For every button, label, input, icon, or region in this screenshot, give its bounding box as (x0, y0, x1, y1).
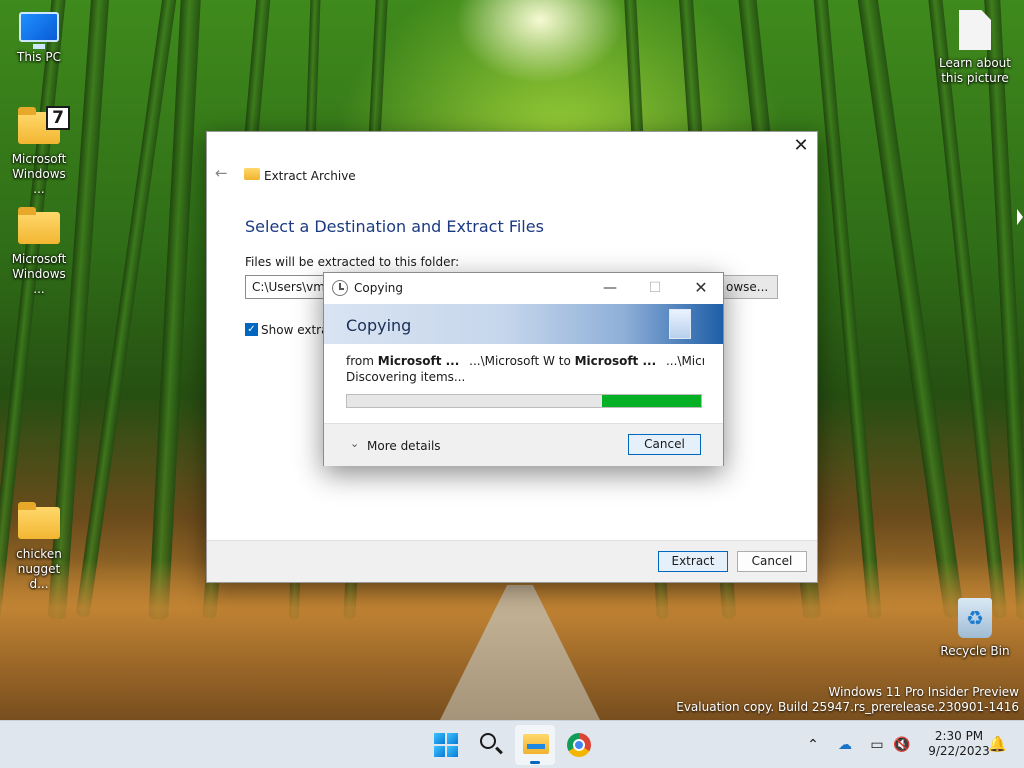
from-word: from (346, 354, 374, 368)
extract-button[interactable]: Extract (658, 551, 728, 572)
clock-icon (332, 280, 348, 296)
onedrive-icon[interactable]: ☁ (836, 737, 854, 753)
chrome-icon (567, 733, 591, 757)
progress-bar (346, 394, 702, 408)
bell-icon[interactable]: 🔔 (988, 735, 1007, 753)
source-name[interactable]: Microsoft ... (378, 354, 460, 368)
search-button[interactable] (471, 725, 511, 765)
desktop-icon-label: Microsoft Windows ... (11, 252, 67, 296)
dialog-title: Copying (354, 281, 403, 295)
desktop-icon-label: Microsoft Windows ... (11, 152, 67, 196)
folder-icon (18, 502, 60, 539)
dialog-footer: ⌄ More details Cancel (324, 423, 723, 466)
mouse-cursor-icon (1017, 209, 1023, 225)
copy-source-destination: from Microsoft ... ...\Microsoft W to Mi… (346, 354, 704, 368)
close-button[interactable]: ✕ (789, 136, 813, 156)
monitor-icon (19, 12, 59, 49)
window-title: Extract Archive (264, 169, 356, 183)
clock-time: 2:30 PM (934, 729, 984, 743)
cancel-button[interactable]: Cancel (737, 551, 807, 572)
evaluation-watermark: Windows 11 Pro Insider Preview Evaluatio… (676, 685, 1019, 715)
chrome-button[interactable] (559, 725, 599, 765)
start-button[interactable] (426, 725, 466, 765)
browse-button[interactable]: owse... (717, 275, 778, 299)
document-icon (959, 10, 991, 50)
status-text: Discovering items... (346, 370, 466, 384)
desktop-icon-label: Learn about this picture (939, 56, 1011, 85)
to-word: to (558, 354, 571, 368)
destination-path-field[interactable]: C:\Users\vm6 (245, 275, 335, 299)
file-explorer-icon (523, 734, 549, 754)
more-details-toggle[interactable]: More details (367, 439, 441, 453)
volume-muted-icon[interactable]: 🔇 (893, 737, 911, 753)
desktop-icon-recycle-bin[interactable]: ♻ Recycle Bin (936, 598, 1014, 659)
chevron-up-icon[interactable]: ⌃ (804, 737, 822, 753)
copying-dialog: Copying — ☐ ✕ Copying from Microsoft ...… (323, 272, 724, 466)
source-path: ...\Microsoft W (469, 354, 555, 368)
banner-title: Copying (346, 316, 412, 335)
desktop-icon-label: chicken nugget d... (16, 547, 62, 591)
maximize-button: ☐ (648, 280, 662, 296)
desktop-icon-this-pc[interactable]: This PC (1, 12, 77, 65)
show-extracted-label: Show extract (261, 323, 325, 337)
recycle-bin-icon: ♻ (958, 598, 992, 638)
desktop-icon-microsoft-windows-7z[interactable]: 7 Microsoft Windows ... (1, 106, 77, 197)
document-icon (669, 309, 691, 339)
destination-path: ...\Microsoft W (665, 354, 704, 368)
copy-banner: Copying (324, 304, 723, 344)
chevron-down-icon[interactable]: ⌄ (350, 437, 359, 450)
watermark-line-2: Evaluation copy. Build 25947.rs_prerelea… (676, 700, 1019, 714)
clock-date: 9/22/2023 (928, 744, 990, 758)
back-arrow-icon[interactable]: ← (215, 166, 229, 181)
start-icon (434, 733, 458, 757)
title-bar: Copying — ☐ ✕ (324, 273, 723, 303)
folder-7zip-icon: 7 (18, 106, 70, 144)
destination-label: Files will be extracted to this folder: (245, 255, 460, 269)
minimize-button[interactable]: — (595, 277, 625, 299)
cancel-copy-button[interactable]: Cancel (628, 434, 701, 455)
dialog-footer: Extract Cancel (207, 540, 817, 582)
page-heading: Select a Destination and Extract Files (245, 217, 544, 236)
progress-bar-fill (601, 395, 701, 407)
file-explorer-button[interactable] (515, 725, 555, 765)
seven-zip-badge: 7 (46, 106, 70, 130)
desktop-icon-chicken-nugget[interactable]: chicken nugget d... (1, 502, 77, 592)
search-icon (480, 733, 496, 749)
clock[interactable]: 2:30 PM 9/22/2023 (928, 729, 990, 759)
taskbar: ⌃ ☁ ▭ 🔇 2:30 PM 9/22/2023 🔔 (0, 720, 1024, 768)
zip-folder-icon (244, 168, 260, 180)
folder-icon (18, 207, 60, 244)
desktop-icon-microsoft-windows-folder[interactable]: Microsoft Windows ... (1, 207, 77, 297)
desktop-icon-label: This PC (17, 50, 61, 64)
close-button[interactable]: ✕ (686, 277, 716, 299)
destination-name[interactable]: Microsoft ... (575, 354, 657, 368)
network-icon[interactable]: ▭ (868, 737, 886, 753)
desktop-icon-learn-about-picture[interactable]: Learn about this picture (936, 10, 1014, 86)
show-extracted-checkbox[interactable]: ✓ (245, 323, 258, 336)
desktop-icon-label: Recycle Bin (940, 644, 1010, 658)
watermark-line-1: Windows 11 Pro Insider Preview (828, 685, 1019, 699)
